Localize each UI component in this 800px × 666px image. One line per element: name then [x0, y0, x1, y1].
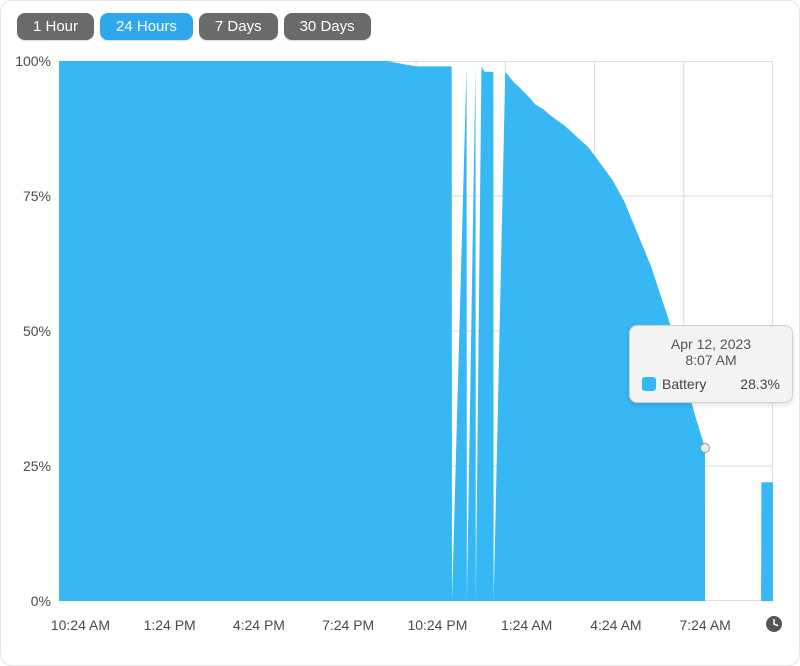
x-tick-5: 1:24 AM — [501, 617, 552, 633]
y-tick-0: 0% — [31, 593, 51, 609]
time-range-segmented-control: 1 Hour 24 Hours 7 Days 30 Days — [17, 13, 371, 40]
hover-point-marker — [700, 443, 710, 453]
y-tick-100: 100% — [15, 53, 51, 69]
range-30-days-button[interactable]: 30 Days — [284, 13, 371, 40]
x-tick-2: 4:24 PM — [233, 617, 285, 633]
tooltip-swatch-icon — [642, 377, 656, 391]
x-tick-0: 10:24 AM — [51, 617, 110, 633]
x-tick-6: 4:24 AM — [590, 617, 641, 633]
range-24-hours-button[interactable]: 24 Hours — [100, 13, 193, 40]
range-1-hour-button[interactable]: 1 Hour — [17, 13, 94, 40]
y-tick-75: 75% — [23, 188, 51, 204]
hover-tooltip: Apr 12, 2023 8:07 AM Battery 28.3% — [629, 325, 793, 403]
tooltip-date: Apr 12, 2023 — [642, 336, 780, 352]
clock-icon[interactable] — [765, 615, 783, 633]
range-7-days-button[interactable]: 7 Days — [199, 13, 278, 40]
tooltip-value: 28.3% — [740, 376, 780, 392]
x-tick-1: 1:24 PM — [144, 617, 196, 633]
tooltip-time: 8:07 AM — [642, 352, 780, 368]
x-axis: 10:24 AM 1:24 PM 4:24 PM 7:24 PM 10:24 P… — [59, 601, 773, 641]
x-tick-4: 10:24 PM — [407, 617, 467, 633]
tooltip-series-label: Battery — [662, 376, 734, 392]
y-tick-50: 50% — [23, 323, 51, 339]
x-tick-7: 7:24 AM — [679, 617, 730, 633]
y-tick-25: 25% — [23, 458, 51, 474]
x-tick-3: 7:24 PM — [322, 617, 374, 633]
